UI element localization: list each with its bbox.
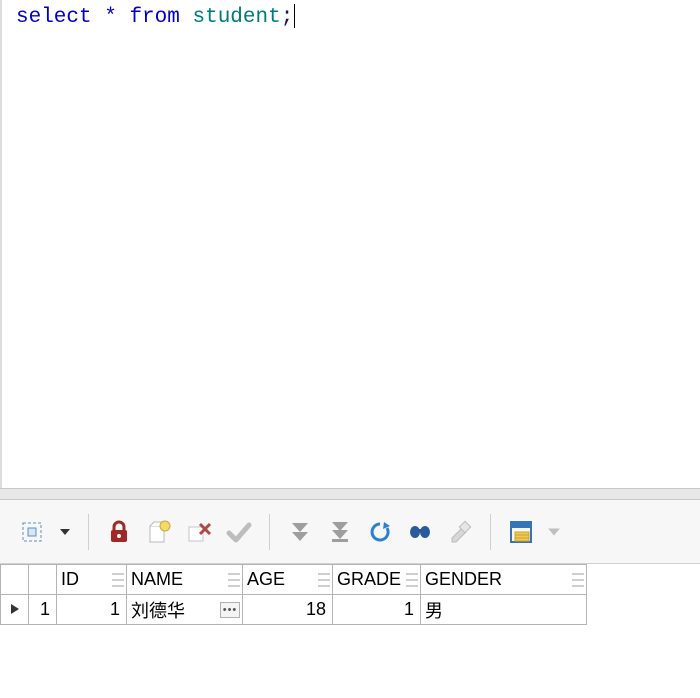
fetch-all-button[interactable] [324, 516, 356, 548]
col-handle-icon [572, 573, 584, 587]
col-handle-icon [406, 573, 418, 587]
col-handle-icon [228, 573, 240, 587]
col-header-grade[interactable]: GRADE [333, 565, 421, 595]
layout-dropdown[interactable] [545, 516, 563, 548]
col-header-id[interactable]: ID [57, 565, 127, 595]
text-cursor [294, 4, 295, 28]
col-label: NAME [131, 569, 183, 589]
delete-record-button[interactable] [183, 516, 215, 548]
toolbar-separator [88, 514, 89, 550]
cell-value: 男 [425, 601, 443, 621]
select-region-button[interactable] [16, 516, 48, 548]
clear-button[interactable] [444, 516, 476, 548]
cell-name[interactable]: 刘德华 ••• [127, 595, 243, 625]
cell-gender[interactable]: 男 [421, 595, 587, 625]
cell-id[interactable]: 1 [57, 595, 127, 625]
col-label: AGE [247, 569, 285, 589]
rownum-header [29, 565, 57, 595]
find-button[interactable] [404, 516, 436, 548]
app-root: select * from student; [0, 0, 700, 698]
toolbar-separator [490, 514, 491, 550]
select-region-dropdown[interactable] [56, 516, 74, 548]
col-handle-icon [112, 573, 124, 587]
refresh-button[interactable] [364, 516, 396, 548]
results-grid: ID NAME AGE GRADE GENDER [0, 564, 700, 698]
col-header-age[interactable]: AGE [243, 565, 333, 595]
col-header-gender[interactable]: GENDER [421, 565, 587, 595]
panel-divider [0, 488, 700, 500]
kw-select: select [16, 6, 92, 29]
kw-table: student [192, 6, 280, 29]
lock-button[interactable] [103, 516, 135, 548]
cell-age[interactable]: 18 [243, 595, 333, 625]
cell-grade[interactable]: 1 [333, 595, 421, 625]
header-row: ID NAME AGE GRADE GENDER [1, 565, 587, 595]
corner-cell [1, 565, 29, 595]
kw-semicolon: ; [281, 6, 294, 29]
current-row-icon [10, 603, 20, 615]
row-marker-cell[interactable] [1, 595, 29, 625]
fetch-next-button[interactable] [284, 516, 316, 548]
col-label: GRADE [337, 569, 401, 589]
commit-button[interactable] [223, 516, 255, 548]
results-table[interactable]: ID NAME AGE GRADE GENDER [0, 564, 587, 625]
cell-value: 18 [306, 599, 326, 619]
new-record-button[interactable] [143, 516, 175, 548]
kw-star: * [104, 6, 117, 29]
col-label: GENDER [425, 569, 502, 589]
col-handle-icon [318, 573, 330, 587]
layout-button[interactable] [505, 516, 537, 548]
sql-editor[interactable]: select * from student; [0, 0, 700, 488]
row-number: 1 [40, 599, 50, 619]
results-toolbar [0, 500, 700, 564]
col-label: ID [61, 569, 79, 589]
cell-value: 1 [404, 599, 414, 619]
cell-value: 1 [110, 599, 120, 619]
kw-from: from [129, 6, 179, 29]
cell-value: 刘德华 [131, 601, 185, 621]
row-number-cell: 1 [29, 595, 57, 625]
col-header-name[interactable]: NAME [127, 565, 243, 595]
cell-editor-icon[interactable]: ••• [220, 602, 240, 618]
table-row[interactable]: 1 1 刘德华 ••• 18 1 男 [1, 595, 587, 625]
toolbar-separator [269, 514, 270, 550]
